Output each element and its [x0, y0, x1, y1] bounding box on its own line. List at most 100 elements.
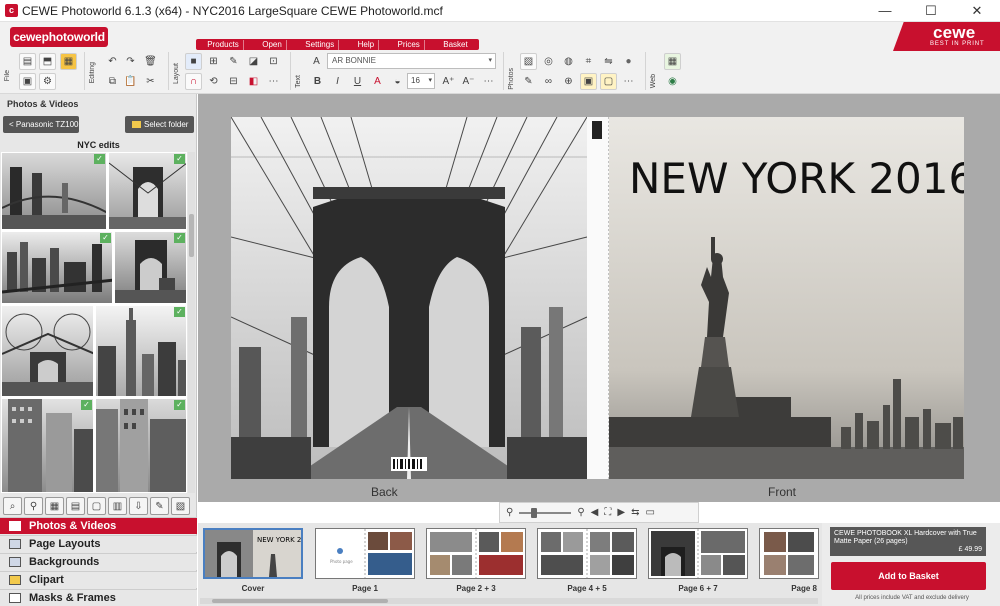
arrange-icon[interactable]: ⊡ [265, 53, 282, 70]
next-page-icon[interactable]: ▶ [617, 507, 625, 518]
accordion-photos-videos[interactable]: Photos & Videos [0, 517, 197, 534]
open-project-icon[interactable]: ⬒ [39, 53, 56, 70]
photo-link-icon[interactable]: ∞ [540, 73, 557, 90]
photo-color-icon[interactable]: ◍ [560, 53, 577, 70]
font-select[interactable]: AR BONNIE ▾ [327, 53, 496, 69]
filmstrip-page-1[interactable]: Photo page [315, 528, 415, 579]
scrollbar-thumb[interactable] [212, 599, 388, 603]
zoom-in-icon[interactable]: ⚲ [577, 507, 584, 518]
photo-edit-icon[interactable]: ✎ [520, 73, 537, 90]
add-text-frame-icon[interactable]: ⊞ [205, 53, 222, 70]
web-upload-icon[interactable]: ▦ [664, 53, 681, 70]
photo-thumbnail[interactable]: ✓ [1, 152, 107, 230]
back-to-folder-button[interactable]: < Panasonic TZ100 [3, 116, 79, 133]
photo-info-icon[interactable]: ▧ [171, 497, 190, 515]
page-view-icon[interactable]: ▭ [645, 507, 654, 518]
delete-icon[interactable]: 🗑 [142, 53, 159, 70]
text-highlight-icon[interactable]: ◒ [389, 73, 406, 90]
filmstrip-scrollbar[interactable] [200, 598, 818, 604]
font-size-select[interactable]: 16 ▾ [407, 73, 435, 89]
filmstrip-page-2-3[interactable] [426, 528, 526, 579]
decrease-font-icon[interactable]: A⁻ [460, 73, 477, 90]
maximize-button[interactable]: ☐ [908, 0, 954, 22]
accordion-page-layouts[interactable]: Page Layouts [0, 535, 197, 552]
previous-page-icon[interactable]: ◀ [591, 507, 599, 518]
filter-icon[interactable]: ▥ [108, 497, 127, 515]
grid-view-icon[interactable]: ▦ [45, 497, 64, 515]
photo-thumbnail[interactable] [1, 305, 94, 397]
rotate-icon[interactable]: ⟲ [205, 73, 222, 90]
page-order-icon[interactable]: ⇆ [631, 507, 639, 518]
photo-border-icon[interactable]: ▢ [600, 73, 617, 90]
bold-icon[interactable]: B [309, 73, 326, 90]
zoom-thumbs-icon[interactable]: ⚲ [24, 497, 43, 515]
cut-icon[interactable]: ✂ [142, 73, 159, 90]
menu-help[interactable]: Help [354, 39, 380, 50]
redo-icon[interactable]: ↷ [122, 53, 139, 70]
accordion-masks-frames[interactable]: Masks & Frames [0, 589, 197, 606]
menu-settings[interactable]: Settings [301, 39, 340, 50]
menu-products[interactable]: Products [203, 39, 244, 50]
edit-photo-icon[interactable]: ✎ [150, 497, 169, 515]
project-thumbnail-icon[interactable]: ▦ [60, 53, 77, 70]
minimize-button[interactable]: — [862, 0, 908, 22]
cover-spread[interactable]: NEW YORK 2016 [230, 116, 975, 479]
save-icon[interactable]: ▣ [19, 73, 36, 90]
filmstrip-page-4-5[interactable] [537, 528, 637, 579]
paste-icon[interactable]: 📋 [122, 73, 139, 90]
accordion-clipart[interactable]: Clipart [0, 571, 197, 588]
zoom-slider[interactable] [519, 507, 572, 518]
photo-zoom-icon[interactable]: ⊕ [560, 73, 577, 90]
undo-icon[interactable]: ↶ [104, 53, 121, 70]
photo-thumbnail[interactable]: ✓ [1, 231, 113, 304]
filmstrip-page-6-7[interactable] [648, 528, 748, 579]
italic-icon[interactable]: I [329, 73, 346, 90]
photo-frame-icon[interactable]: ▣ [580, 73, 597, 90]
add-photo-frame-icon[interactable]: ■ [185, 53, 202, 70]
menu-open[interactable]: Open [258, 39, 287, 50]
accordion-backgrounds[interactable]: Backgrounds [0, 553, 197, 570]
menu-prices[interactable]: Prices [394, 39, 425, 50]
text-color-icon[interactable]: A [369, 73, 386, 90]
zoom-out-icon[interactable]: ⚲ [506, 507, 513, 518]
product-info[interactable]: CEWE PHOTOBOOK XL Hardcover with True Ma… [830, 527, 986, 556]
close-button[interactable]: ✕ [954, 0, 1000, 22]
fit-page-icon[interactable]: ⛶ [604, 507, 611, 518]
import-icon[interactable]: ⇩ [129, 497, 148, 515]
photo-thumbnail[interactable]: ✓ [95, 398, 187, 493]
magnet-icon[interactable]: ∩ [185, 73, 202, 90]
increase-font-icon[interactable]: A⁺ [440, 73, 457, 90]
thumbnail-scrollbar[interactable] [188, 152, 195, 493]
add-clipart-icon[interactable]: ✎ [225, 53, 242, 70]
photo-thumbnail[interactable]: ✓ [95, 305, 187, 397]
more-photo-icon[interactable]: ⋯ [620, 73, 637, 90]
cover-title-text[interactable]: NEW YORK 2016 [629, 154, 975, 203]
align-icon[interactable]: ⊟ [225, 73, 242, 90]
copy-icon[interactable]: ⧉ [104, 73, 121, 90]
add-to-basket-button[interactable]: Add to Basket [831, 562, 986, 590]
add-shape-icon[interactable]: ◪ [245, 53, 262, 70]
underline-icon[interactable]: U [349, 73, 366, 90]
single-view-icon[interactable]: ▢ [87, 497, 106, 515]
sort-icon[interactable]: ⌕ [3, 497, 22, 515]
photo-shadow-icon[interactable]: ● [620, 53, 637, 70]
font-icon[interactable]: A [308, 53, 325, 70]
filmstrip-page-cover[interactable]: NEW YORK 2016 [203, 528, 315, 579]
photo-thumbnail[interactable]: ✓ [1, 398, 94, 493]
list-view-icon[interactable]: ▤ [66, 497, 85, 515]
new-project-icon[interactable]: ▤ [19, 53, 36, 70]
web-globe-icon[interactable]: ◉ [664, 73, 681, 90]
select-folder-button[interactable]: Select folder [125, 116, 194, 133]
filmstrip-page-8[interactable] [759, 528, 819, 579]
photo-thumbnail[interactable]: ✓ [108, 152, 187, 230]
settings-gear-icon[interactable]: ⚙ [39, 73, 56, 90]
menu-basket[interactable]: Basket [439, 40, 471, 50]
photo-effect-icon[interactable]: ◎ [540, 53, 557, 70]
remove-frame-icon[interactable]: ◧ [245, 73, 262, 90]
photo-mirror-icon[interactable]: ⇋ [600, 53, 617, 70]
photo-fit-icon[interactable]: ▧ [520, 53, 537, 70]
more-layout-icon[interactable]: ⋯ [265, 73, 282, 90]
more-text-icon[interactable]: ⋯ [480, 73, 497, 90]
photo-thumbnail[interactable]: ✓ [114, 231, 187, 304]
scrollbar-thumb[interactable] [189, 214, 194, 257]
